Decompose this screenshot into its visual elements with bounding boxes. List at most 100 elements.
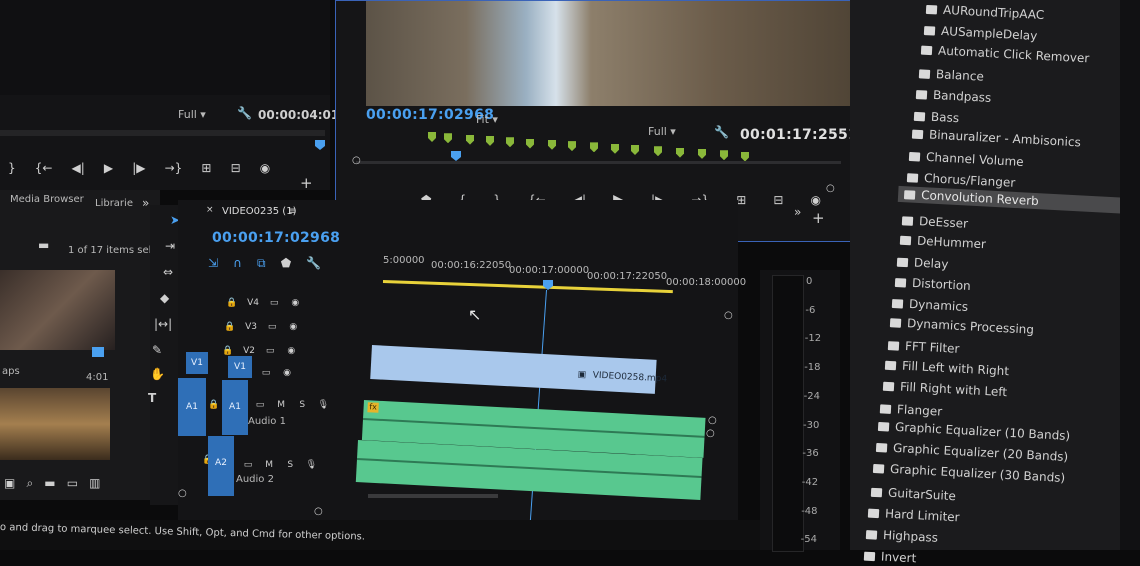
clip-marker[interactable] <box>590 142 598 153</box>
trash-icon[interactable]: ▥ <box>89 476 100 490</box>
sync-icon[interactable]: ▭ <box>264 322 280 336</box>
clip-marker[interactable] <box>631 145 639 155</box>
razor-icon[interactable]: ◆ <box>160 291 169 305</box>
clip-marker[interactable] <box>526 138 534 149</box>
time-ruler[interactable]: 5:00000 00:00:16:22050 00:00:17:00000 00… <box>383 255 923 288</box>
effect-item[interactable]: DeHummer <box>893 232 992 253</box>
add-button-icon[interactable]: + <box>300 174 313 192</box>
pen-icon[interactable]: ✎ <box>152 343 162 357</box>
clip-marker[interactable] <box>698 148 706 159</box>
new-bin-icon[interactable]: ▬ <box>44 476 55 490</box>
circle-handle-icon[interactable]: ○ <box>178 488 187 499</box>
type-tool-icon[interactable]: T <box>148 391 156 405</box>
effect-item[interactable]: FFT Filter <box>881 337 965 357</box>
add-button-icon[interactable]: + <box>812 209 825 227</box>
thumbnail-2[interactable] <box>0 388 110 460</box>
eye-icon[interactable]: ◉ <box>287 298 303 312</box>
effect-item[interactable]: Bass <box>908 107 966 126</box>
sync-icon[interactable]: ▭ <box>266 298 282 312</box>
extract-icon[interactable]: ⊟ <box>773 193 783 207</box>
program-quality-select[interactable]: Full ▾ <box>648 125 676 138</box>
source-playhead[interactable] <box>315 140 325 150</box>
overwrite-icon[interactable]: ⊟ <box>231 161 241 175</box>
clip-marker[interactable] <box>720 150 728 161</box>
track-select-icon[interactable]: ⇥ <box>165 239 175 253</box>
timeline-timecode[interactable]: 00:00:17:02968 <box>212 230 340 246</box>
circle-handle-icon[interactable]: ○ <box>708 415 717 426</box>
effect-item[interactable]: Hard Limiter <box>862 504 966 525</box>
folder-icon[interactable]: ▬ <box>38 238 49 252</box>
sync-icon[interactable]: ▭ <box>262 346 278 360</box>
clip-marker[interactable] <box>486 135 494 146</box>
sync-icon[interactable]: ▭ <box>258 368 274 382</box>
effect-item[interactable]: Automatic Click Remover <box>915 41 1096 66</box>
wrench-icon[interactable]: 🔧 <box>714 125 729 139</box>
insert-icon[interactable]: ⊞ <box>201 161 211 175</box>
clip-marker[interactable] <box>611 143 619 154</box>
go-to-in-icon[interactable]: {← <box>35 161 53 175</box>
effect-item[interactable]: Fill Left with Right <box>879 357 1016 380</box>
effect-item[interactable]: GuitarSuite <box>864 483 962 504</box>
timeline-horizontal-scrollbar[interactable] <box>368 494 498 498</box>
lock-icon[interactable]: 🔒 <box>206 400 222 414</box>
effect-item[interactable]: Dynamics Processing <box>884 314 1041 338</box>
eye-icon[interactable]: ◉ <box>285 322 301 336</box>
ripple-edit-icon[interactable]: ⇔ <box>163 265 173 279</box>
clip-marker[interactable] <box>428 132 436 142</box>
thumbnail-1[interactable] <box>0 270 115 350</box>
effect-item[interactable]: Distortion <box>888 274 977 295</box>
track-target-v1[interactable]: V1 <box>228 356 252 378</box>
clip-marker[interactable] <box>506 137 514 148</box>
list-view-icon[interactable] <box>92 347 104 357</box>
more-icon[interactable]: » <box>142 196 149 210</box>
go-to-out-icon[interactable]: →} <box>165 161 183 175</box>
play-icon[interactable]: ▶ <box>104 161 113 175</box>
camera-icon[interactable]: ◉ <box>260 161 270 175</box>
solo-button[interactable]: S <box>294 400 310 414</box>
mute-button[interactable]: M <box>261 460 277 474</box>
video-clip[interactable]: ▣ VIDEO0258.mp4 <box>370 345 667 394</box>
source-fit-select[interactable]: Full ▾ <box>178 108 206 121</box>
effect-item[interactable]: AUSampleDelay <box>917 22 1043 45</box>
circle-handle-icon[interactable]: ○ <box>314 506 323 517</box>
circle-handle-icon[interactable]: ○ <box>706 428 715 439</box>
camera-icon[interactable]: ◉ <box>811 193 821 207</box>
linked-selection-icon[interactable]: ⧉ <box>257 256 266 271</box>
sequence-tab[interactable]: VIDEO0235 (1) <box>222 206 296 217</box>
lock-icon[interactable]: 🔒 <box>222 322 238 336</box>
clip-marker[interactable] <box>741 151 749 162</box>
add-marker-icon[interactable]: ⬟ <box>281 256 291 270</box>
effect-item[interactable]: Channel Volume <box>903 147 1030 170</box>
program-scrub-bar[interactable] <box>356 161 841 164</box>
step-forward-icon[interactable]: |▶ <box>132 161 145 175</box>
more-icon[interactable]: » <box>794 205 801 219</box>
sync-icon[interactable]: ▭ <box>252 400 268 414</box>
program-playhead[interactable] <box>451 151 461 161</box>
circle-handle-icon[interactable]: ○ <box>352 155 361 166</box>
menu-icon[interactable]: ≡ <box>288 206 296 217</box>
effect-item[interactable]: Fill Right with Left <box>876 378 1013 401</box>
new-item-icon[interactable]: ▭ <box>67 476 78 490</box>
eye-icon[interactable]: ◉ <box>283 346 299 360</box>
effects-scrollbar[interactable] <box>1120 0 1140 550</box>
mute-button[interactable]: M <box>273 400 289 414</box>
source-scrub-bar[interactable] <box>0 130 325 136</box>
effect-item[interactable]: DeEsser <box>896 211 975 231</box>
clip-marker[interactable] <box>654 146 662 157</box>
track-target-a2[interactable]: A2 <box>208 436 234 496</box>
solo-button[interactable]: S <box>282 460 298 474</box>
sync-icon[interactable]: ▭ <box>240 460 256 474</box>
source-patch-v1[interactable]: V1 <box>186 352 208 374</box>
close-icon[interactable]: × <box>206 205 214 215</box>
effect-item[interactable]: Bandpass <box>910 86 998 107</box>
effect-item[interactable]: Highpass <box>860 526 945 546</box>
microphone-icon[interactable]: 🎙 <box>315 400 331 414</box>
microphone-icon[interactable]: 🎙 <box>303 460 319 474</box>
lock-icon[interactable]: 🔒 <box>224 298 240 312</box>
circle-handle-icon[interactable]: ○ <box>724 310 733 321</box>
effect-item[interactable]: Dynamics <box>886 295 975 316</box>
lock-icon[interactable]: ▣ <box>4 476 15 490</box>
program-fit-select[interactable]: Fit ▾ <box>476 113 498 126</box>
effect-item[interactable]: AURoundTripAAC <box>920 1 1051 24</box>
source-patch-a1[interactable]: A1 <box>178 378 206 436</box>
